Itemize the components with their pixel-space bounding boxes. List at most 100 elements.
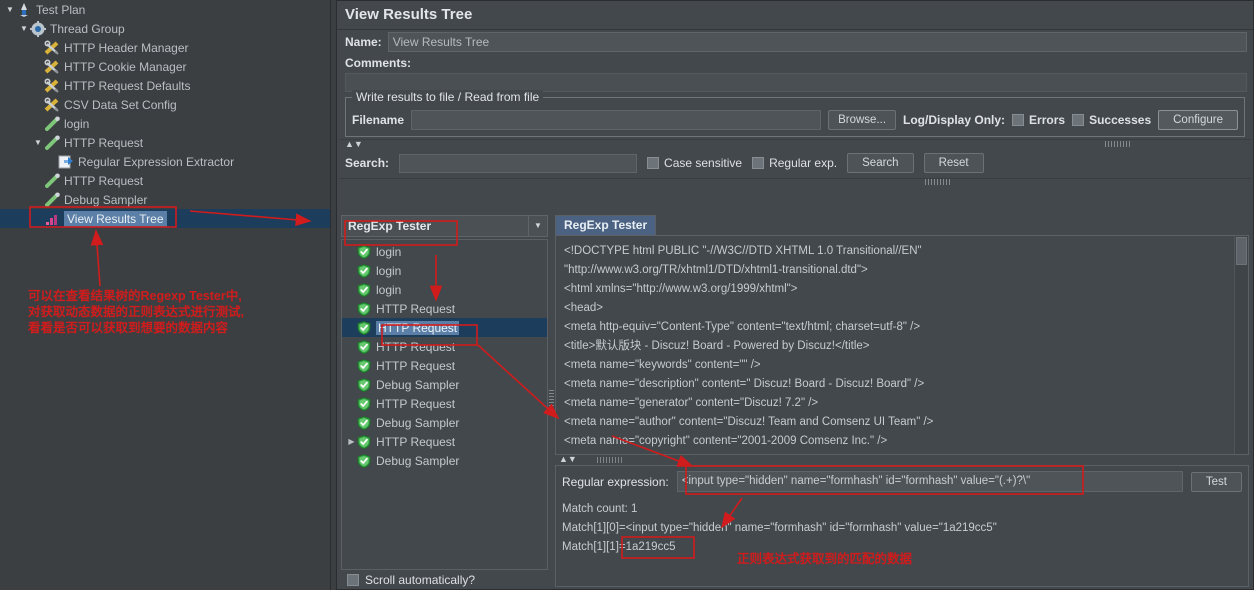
success-shield-icon xyxy=(357,282,371,297)
splitter-arrows-icon[interactable]: ▲▼ xyxy=(345,139,363,149)
response-source-line: <meta name="description" content=" Discu… xyxy=(564,378,925,390)
chevron-down-icon[interactable]: ▼ xyxy=(32,138,44,147)
sample-result-row[interactable]: HTTP Request xyxy=(342,337,547,356)
tree-node-label: Debug Sampler xyxy=(64,192,148,207)
response-source-line: <meta name="author" content="Discuz! Tea… xyxy=(564,416,934,428)
regular-exp-checkbox[interactable] xyxy=(752,157,765,169)
sampler-icon xyxy=(44,116,61,132)
response-source-box[interactable]: <!DOCTYPE html PUBLIC "-//W3C//DTD XHTML… xyxy=(555,236,1249,455)
filename-label: Filename xyxy=(352,113,405,127)
config-element-icon xyxy=(44,39,61,56)
splitter-bottom-grip-icon[interactable] xyxy=(597,457,623,463)
response-scrollbar[interactable] xyxy=(1234,236,1248,454)
sample-result-row[interactable]: HTTP Request xyxy=(342,356,547,375)
chevron-right-icon[interactable]: ▶ xyxy=(346,437,357,446)
splitter-grip-icon[interactable] xyxy=(1105,141,1131,147)
chevron-down-icon[interactable]: ▼ xyxy=(18,24,30,33)
sample-result-row[interactable]: login xyxy=(342,280,547,299)
view-selector-combo[interactable]: RegExp Tester ▼ xyxy=(341,215,548,237)
sampler-icon xyxy=(44,192,61,208)
splitter-mid-grip-icon[interactable] xyxy=(925,179,951,185)
tree-node-csv-data-set-config[interactable]: CSV Data Set Config xyxy=(0,95,330,114)
filename-input[interactable] xyxy=(411,110,822,130)
sample-result-row[interactable]: ▶ HTTP Request xyxy=(342,432,547,451)
tree-node-http-request[interactable]: HTTP Request xyxy=(0,171,330,190)
tree-node-debug-sampler[interactable]: Debug Sampler xyxy=(0,190,330,209)
chevron-down-icon[interactable]: ▼ xyxy=(4,5,16,14)
tree-node-http-header-manager[interactable]: HTTP Header Manager xyxy=(0,38,330,57)
case-sensitive-checkbox[interactable] xyxy=(647,157,660,169)
tree-node-test-plan[interactable]: ▼ Test Plan xyxy=(0,0,330,19)
view-selector-value: RegExp Tester xyxy=(348,219,432,233)
tree-node-label: Regular Expression Extractor xyxy=(78,154,235,169)
configure-button[interactable]: Configure xyxy=(1158,110,1238,130)
config-element-icon xyxy=(44,58,61,75)
tree-node-http-request-defaults[interactable]: HTTP Request Defaults xyxy=(0,76,330,95)
thread-group-icon xyxy=(30,20,47,37)
errors-checkbox[interactable] xyxy=(1012,114,1025,126)
success-shield-icon xyxy=(357,453,371,468)
tree-node-view-results-tree[interactable]: View Results Tree xyxy=(0,209,330,228)
sample-result-row[interactable]: login xyxy=(342,261,547,280)
regular-expression-input[interactable]: <input type="hidden" name="formhash" id=… xyxy=(676,471,1183,492)
sample-result-list[interactable]: login login login HTTP Request HTTP Request H… xyxy=(341,239,548,570)
config-element-icon xyxy=(44,77,61,94)
tabstrip: RegExp Tester xyxy=(555,215,1249,236)
tree-node-login[interactable]: login xyxy=(0,114,330,133)
sample-result-label: HTTP Request xyxy=(376,339,456,354)
tab-regexp-tester[interactable]: RegExp Tester xyxy=(555,215,657,235)
successes-label: Successes xyxy=(1089,113,1152,127)
tree-node-http-cookie-manager[interactable]: HTTP Cookie Manager xyxy=(0,57,330,76)
listener-icon xyxy=(44,211,61,227)
sample-result-row[interactable]: Debug Sampler xyxy=(342,451,547,470)
splitter-bottom-arrows-icon[interactable]: ▲▼ xyxy=(559,454,577,464)
browse-button[interactable]: Browse... xyxy=(828,110,897,130)
vertical-splitter[interactable] xyxy=(548,215,555,587)
horizontal-splitter-top[interactable]: ▲▼ xyxy=(339,139,1251,149)
sample-result-row[interactable]: HTTP Request xyxy=(342,394,547,413)
write-results-group-title: Write results to file / Read from file xyxy=(352,90,544,104)
sample-result-row[interactable]: Debug Sampler xyxy=(342,375,547,394)
tree-node-label: CSV Data Set Config xyxy=(64,97,177,112)
search-input[interactable] xyxy=(399,153,638,173)
view-results-tree-panel: View Results Tree Name: View Results Tre… xyxy=(336,0,1254,590)
regular-expression-label: Regular expression: xyxy=(562,474,669,489)
sample-result-row[interactable]: login xyxy=(342,242,547,261)
scroll-automatically-row: Scroll automatically? xyxy=(341,570,548,587)
search-label: Search: xyxy=(345,156,390,170)
scroll-automatically-checkbox[interactable] xyxy=(347,574,359,586)
name-row: Name: View Results Tree xyxy=(337,30,1253,54)
successes-checkbox[interactable] xyxy=(1072,114,1085,126)
name-input[interactable]: View Results Tree xyxy=(387,32,1247,52)
sample-result-row[interactable]: HTTP Request xyxy=(342,299,547,318)
response-source-text: <!DOCTYPE html PUBLIC "-//W3C//DTD XHTML… xyxy=(556,236,1248,454)
response-source-line: <meta name="generator" content="Discuz! … xyxy=(564,397,819,409)
config-element-icon xyxy=(44,96,61,113)
sample-result-row[interactable]: Debug Sampler xyxy=(342,413,547,432)
success-shield-icon xyxy=(357,377,371,392)
vertical-splitter-grip-icon[interactable] xyxy=(549,390,554,412)
regexp-tester-panel: Regular expression: <input type="hidden"… xyxy=(555,465,1249,587)
success-shield-icon xyxy=(357,358,371,373)
response-scrollbar-thumb[interactable] xyxy=(1236,237,1247,265)
tree-node-http-request[interactable]: ▼ HTTP Request xyxy=(0,133,330,152)
match-line: Match[1][0]=<input type="hidden" name="f… xyxy=(562,522,997,534)
reset-button[interactable]: Reset xyxy=(923,153,984,173)
success-shield-icon xyxy=(357,263,371,278)
test-plan-tree[interactable]: ▼ Test Plan ▼ Thread Group HTTP Header Manag… xyxy=(0,0,331,590)
horizontal-splitter-mid[interactable] xyxy=(339,178,1251,188)
chevron-down-icon[interactable]: ▼ xyxy=(528,216,547,236)
success-shield-icon xyxy=(357,434,371,449)
sample-result-label: Debug Sampler xyxy=(376,377,460,392)
success-shield-icon xyxy=(357,320,371,335)
search-row: Search: Case sensitive Regular exp. Sear… xyxy=(337,149,1253,178)
test-button[interactable]: Test xyxy=(1190,471,1242,492)
tree-node-thread-group[interactable]: ▼ Thread Group xyxy=(0,19,330,38)
horizontal-splitter-bottom[interactable]: ▲▼ xyxy=(555,454,1249,465)
tree-node-regular-expression-extractor[interactable]: Regular Expression Extractor xyxy=(0,152,330,171)
search-button[interactable]: Search xyxy=(847,153,914,173)
success-shield-icon xyxy=(357,244,371,259)
sample-result-label: HTTP Request xyxy=(376,320,460,335)
case-sensitive-label: Case sensitive xyxy=(664,156,743,170)
sample-result-row[interactable]: HTTP Request xyxy=(342,318,547,337)
